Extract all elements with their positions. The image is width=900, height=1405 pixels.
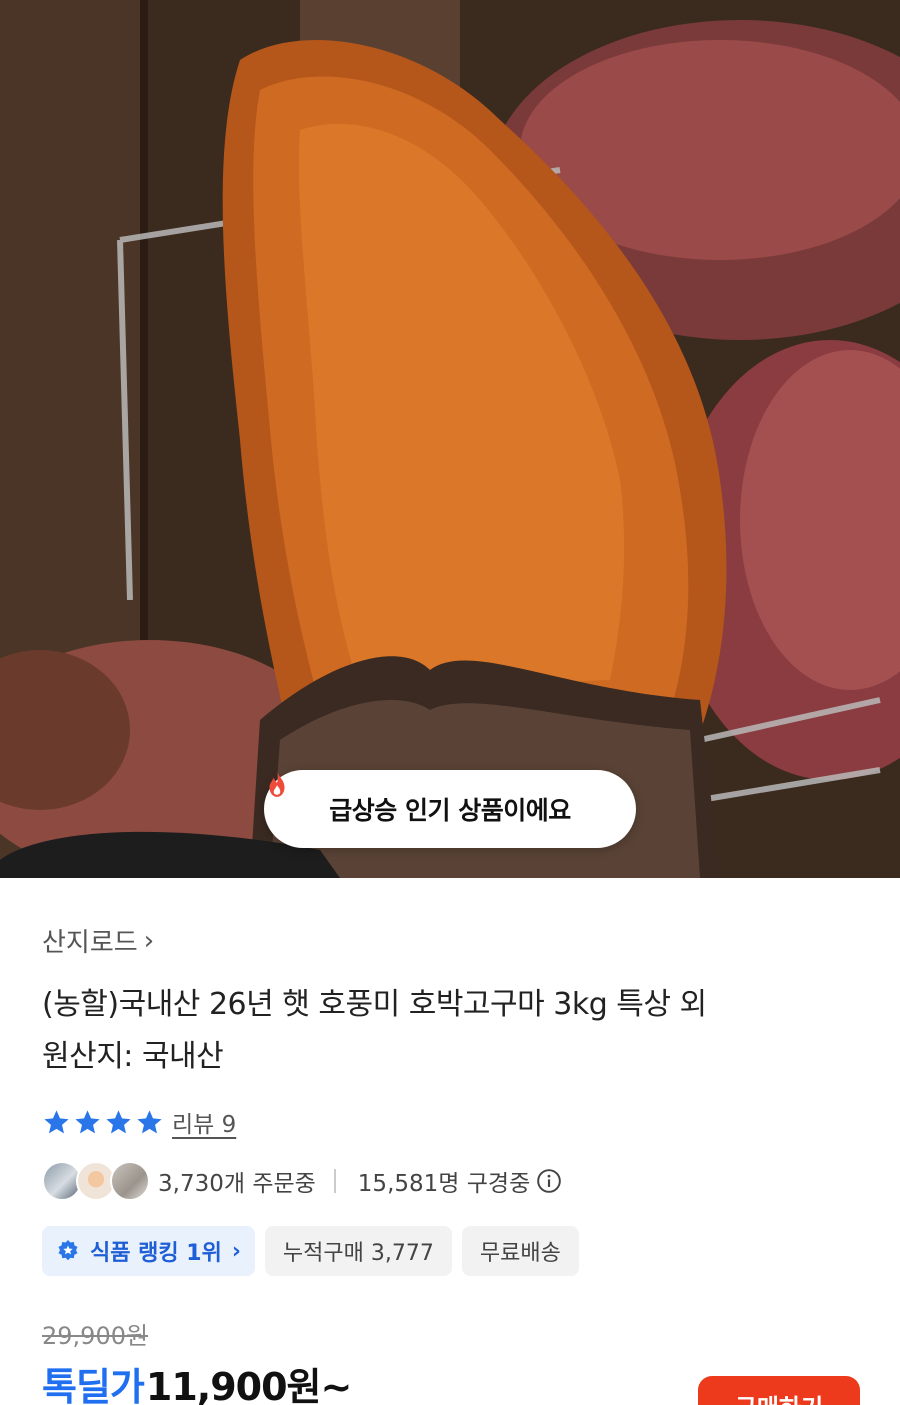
ranking-badge-icon [58,1240,78,1261]
ranking-label: 식품 랭킹 1위 [90,1241,222,1266]
orders-count: 3,730개 주문중 [158,1171,316,1197]
trending-badge[interactable]: 급상승 인기 상품이에요 [264,770,636,848]
product-chips: 식품 랭킹 1위 › 누적구매 3,777 무료배송 [42,1226,579,1276]
star-rating [42,1108,164,1137]
chevron-right-icon: › [231,1238,241,1264]
star-icon [137,1109,162,1133]
info-icon[interactable] [536,1168,562,1194]
buyer-avatars [42,1161,154,1201]
ranking-chip[interactable]: 식품 랭킹 1위 › [42,1226,255,1276]
star-icon [44,1109,69,1133]
social-proof-row: 3,730개 주문중 15,581명 구경중 [42,1160,562,1202]
viewers-count: 15,581명 구경중 [357,1171,531,1197]
original-price: 29,900원 [42,1322,149,1350]
deal-price-label: 톡딜가 [42,1365,145,1405]
product-hero-image[interactable]: 급상승 인기 상품이에요 [0,0,900,878]
price-row: 톡딜가 11,900원~ [42,1356,352,1405]
free-shipping-chip: 무료배송 [461,1226,579,1276]
seller-name: 산지로드 [42,928,138,958]
buy-button[interactable]: 구매하기 [698,1376,860,1405]
chevron-right-icon: › [143,925,155,956]
rating-row[interactable]: 리뷰 9 [42,1105,236,1139]
cumulative-purchase-chip: 누적구매 3,777 [264,1226,452,1276]
product-origin: 원산지: 국내산 [42,1039,224,1074]
divider [333,1169,336,1193]
trending-badge-label: 급상승 인기 상품이에요 [329,796,571,825]
deal-price: 11,900원~ [145,1365,352,1405]
seller-link[interactable]: 산지로드 › [42,922,154,959]
product-title: (농할)국내산 26년 햇 호풍미 호박고구마 3kg 특상 외 [42,987,707,1022]
review-count-link[interactable]: 리뷰 9 [172,1105,236,1139]
flame-icon [269,771,285,797]
avatar [110,1161,150,1201]
star-icon [75,1109,100,1133]
sweet-potato-illustration [0,0,900,878]
star-icon [106,1109,131,1133]
